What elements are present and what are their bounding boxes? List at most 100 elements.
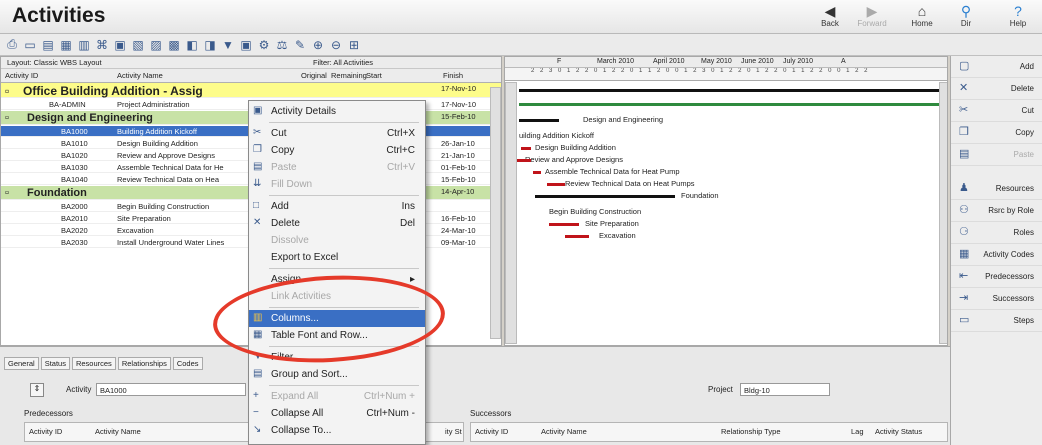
- menu-item-copy[interactable]: ❐ Copy Ctrl+C: [249, 142, 425, 159]
- menu-item-collapse-all[interactable]: − Collapse All Ctrl+Num -: [249, 405, 425, 422]
- nav-help-button[interactable]: ? Help: [996, 3, 1040, 31]
- action-add-button[interactable]: ▢ Add: [951, 56, 1042, 78]
- zoom-icon[interactable]: ◧: [186, 38, 198, 52]
- progress-icon[interactable]: ✎: [294, 38, 306, 52]
- action-steps-button[interactable]: ▭ Steps: [951, 310, 1042, 332]
- print-icon[interactable]: ⎙: [6, 37, 18, 52]
- gantt-day-header: 2 2 3 0 1 2 2 0 1 2 2 0 1 1 2 0 0 1 2 3 …: [505, 68, 947, 81]
- menu-item-label: Group and Sort...: [271, 369, 348, 380]
- menu-item-activity-details[interactable]: ▣ Activity Details: [249, 103, 425, 120]
- gantt-icon[interactable]: ▥: [78, 38, 90, 52]
- action-copy-button[interactable]: ❐ Copy: [951, 122, 1042, 144]
- menu-item-export-to-excel[interactable]: Export to Excel: [249, 249, 425, 266]
- zoom-in-icon[interactable]: ⊕: [312, 38, 324, 52]
- menu-item-label: Delete: [271, 218, 300, 229]
- dir-icon: ⚲: [960, 3, 972, 19]
- bars-icon[interactable]: ▨: [150, 38, 162, 52]
- menu-item-collapse-to[interactable]: ↘ Collapse To...: [249, 422, 425, 439]
- activity-field[interactable]: BA1000: [96, 383, 246, 396]
- succ-col-id[interactable]: Activity ID: [475, 427, 508, 436]
- col-original[interactable]: Original: [301, 71, 327, 80]
- columns-icon[interactable]: ▧: [132, 38, 144, 52]
- action-successors-button[interactable]: ⇥ Successors: [951, 288, 1042, 310]
- level-icon[interactable]: ⚖: [276, 38, 288, 52]
- menu-item-cut[interactable]: ✂ Cut Ctrl+X: [249, 125, 425, 142]
- column-header: Activity ID Activity Name Original Remai…: [1, 69, 501, 83]
- pred-col-status[interactable]: ity St: [445, 427, 462, 436]
- home-icon: ⌂: [917, 3, 927, 19]
- tab-codes[interactable]: Codes: [172, 357, 203, 370]
- menu-item-add[interactable]: □ Add Ins: [249, 198, 425, 215]
- gantt-scrollbar[interactable]: [939, 82, 947, 344]
- action-resources-button[interactable]: ♟ Resources: [951, 178, 1042, 200]
- nav-forward-button[interactable]: ▶ Forward: [850, 3, 894, 31]
- tab-relationships[interactable]: Relationships: [117, 357, 171, 370]
- layout-icon[interactable]: ▤: [42, 38, 54, 52]
- action-paste-button[interactable]: ▤ Paste: [951, 144, 1042, 166]
- table-scrollbar[interactable]: [490, 87, 501, 339]
- zoom-out-icon[interactable]: ⊖: [330, 38, 342, 52]
- expand-icon[interactable]: ▫: [5, 112, 9, 124]
- details-icon: ▣: [253, 105, 263, 116]
- preview-icon[interactable]: ▭: [24, 38, 36, 52]
- tab-status[interactable]: Status: [40, 357, 70, 370]
- filter-label[interactable]: Filter: All Activities: [313, 58, 373, 67]
- activity-id: BA2030: [61, 238, 88, 247]
- pred-col-name[interactable]: Activity Name: [95, 427, 141, 436]
- nav-back-button[interactable]: ◀ Back: [808, 3, 852, 31]
- col-activity-id[interactable]: Activity ID: [5, 71, 38, 80]
- action-cut-button[interactable]: ✂ Cut: [951, 100, 1042, 122]
- gantt-month-label: May 2010: [701, 58, 732, 65]
- copy-icon: ❐: [253, 144, 262, 155]
- menu-item-label: Dissolve: [271, 235, 309, 246]
- nav-dir-button[interactable]: ⚲ Dir: [944, 3, 988, 31]
- project-field[interactable]: Bldg-10: [740, 383, 830, 396]
- layout-label[interactable]: Layout: Classic WBS Layout: [7, 58, 102, 67]
- finish-date: 15-Feb-10: [441, 112, 476, 121]
- action-activity-codes-button[interactable]: ▦ Activity Codes: [951, 244, 1042, 266]
- group-icon[interactable]: ▣: [240, 38, 252, 52]
- expand-icon[interactable]: ▫: [5, 187, 9, 199]
- gantt-bar-label: Site Preparation: [585, 219, 639, 228]
- col-remaining[interactable]: Remaining: [331, 71, 367, 80]
- schedule-icon[interactable]: ⚙: [258, 38, 270, 52]
- group-name: Foundation: [27, 187, 87, 199]
- action-panel: ▢ Add ✕ Delete ✂ Cut ❐ Copy ▤ Paste ♟ Resources ⚇ Rsr…: [950, 56, 1042, 445]
- menu-item-delete[interactable]: ✕ Delete Del: [249, 215, 425, 232]
- tab-resources[interactable]: Resources: [71, 357, 116, 370]
- succ-col-name[interactable]: Activity Name: [541, 427, 587, 436]
- finish-date: 15-Feb-10: [441, 175, 476, 184]
- timescale-icon[interactable]: ▩: [168, 38, 180, 52]
- succ-col-status[interactable]: Activity Status: [875, 427, 922, 436]
- action-delete-button[interactable]: ✕ Delete: [951, 78, 1042, 100]
- col-finish[interactable]: Finish: [443, 71, 463, 80]
- filter-icon[interactable]: ▼: [222, 38, 234, 52]
- menu-item-group-and-sort[interactable]: ▤ Group and Sort...: [249, 366, 425, 383]
- finish-date: 16-Feb-10: [441, 214, 476, 223]
- hierarchy-icon[interactable]: ◨: [204, 38, 216, 52]
- gantt-left-scrollbar[interactable]: [505, 82, 517, 344]
- col-activity-name[interactable]: Activity Name: [117, 71, 163, 80]
- successors-grid: Activity ID Activity Name Relationship T…: [470, 422, 948, 442]
- forward-arrow-icon: ▶: [866, 3, 878, 19]
- pred-col-id[interactable]: Activity ID: [29, 427, 62, 436]
- action-rsrc-by-role-button[interactable]: ⚇ Rsrc by Role: [951, 200, 1042, 222]
- expand-icon[interactable]: ▫: [5, 84, 9, 98]
- action-predecessors-button[interactable]: ⇤ Predecessors: [951, 266, 1042, 288]
- gantt-month-header: F March 2010 April 2010 May 2010 June 2010 Ju…: [505, 57, 947, 68]
- succ-col-rel[interactable]: Relationship Type: [721, 427, 780, 436]
- zoom-fit-icon[interactable]: ⊞: [348, 38, 360, 52]
- tab-general[interactable]: General: [4, 357, 39, 370]
- spin-icon[interactable]: ⇕: [30, 383, 44, 397]
- gantt-summary-bar: [519, 103, 939, 106]
- table-icon[interactable]: ▦: [60, 38, 72, 52]
- action-roles-button[interactable]: ⚆ Roles: [951, 222, 1042, 244]
- network-icon[interactable]: ⌘: [96, 38, 108, 52]
- role-icon: ⚇: [959, 204, 969, 216]
- gantt-bar-label: Design Building Addition: [535, 143, 616, 152]
- table-row[interactable]: ▫ Office Building Addition - Assig 17-Nov-…: [1, 83, 501, 98]
- succ-col-lag[interactable]: Lag: [851, 427, 864, 436]
- nav-home-button[interactable]: ⌂ Home: [900, 3, 944, 31]
- details-icon[interactable]: ▣: [114, 38, 126, 52]
- col-start[interactable]: Start: [366, 71, 382, 80]
